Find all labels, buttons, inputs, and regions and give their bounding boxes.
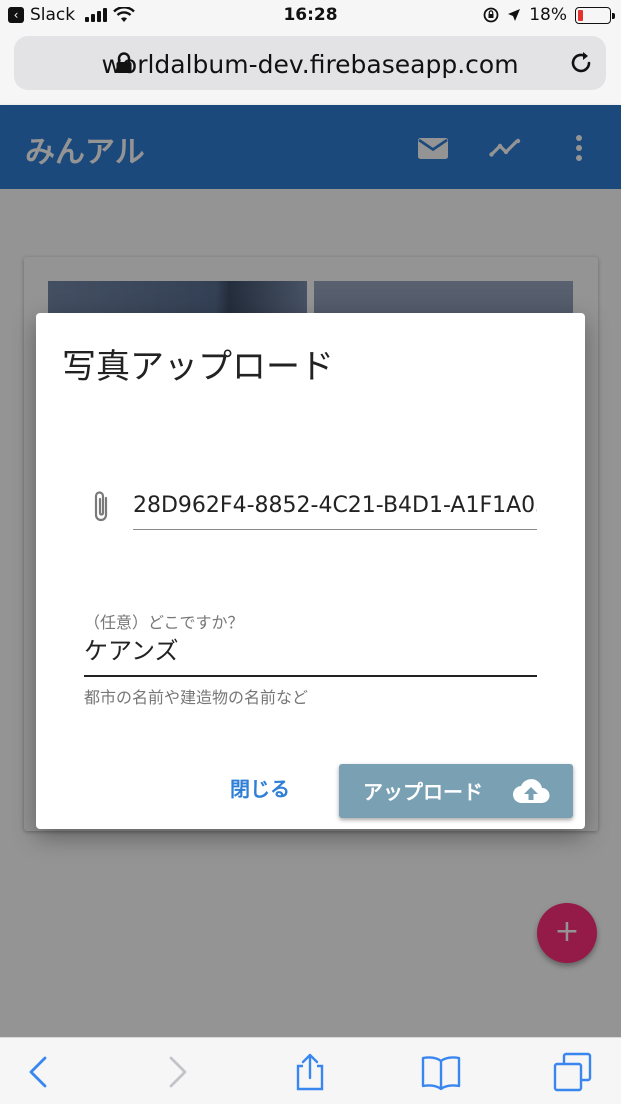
- place-input-value: ケアンズ: [84, 637, 179, 665]
- battery-fill: [578, 9, 584, 21]
- attachment-icon[interactable]: [90, 489, 114, 525]
- address-bar[interactable]: worldalbum-dev.firebaseapp.com: [14, 36, 606, 90]
- file-name-field[interactable]: 28D962F4-8852-4C21-B4D1-A1F1A03: [133, 488, 537, 530]
- dialog-title: 写真アップロード: [62, 347, 334, 387]
- close-button[interactable]: 閉じる: [212, 773, 308, 821]
- browser-toolbar: [0, 1037, 621, 1104]
- browser-top-bar: worldalbum-dev.firebaseapp.com: [0, 32, 621, 105]
- reload-icon[interactable]: [568, 50, 594, 76]
- place-input[interactable]: ケアンズ: [84, 631, 537, 677]
- share-icon[interactable]: [290, 1052, 330, 1092]
- battery-icon: [575, 6, 615, 24]
- upload-button[interactable]: アップロード: [339, 764, 573, 818]
- upload-button-label: アップロード: [363, 780, 483, 804]
- status-bar: ‹ Slack 16:28 18%: [0, 0, 621, 32]
- url-text[interactable]: worldalbum-dev.firebaseapp.com: [14, 50, 606, 79]
- tabs-icon[interactable]: [553, 1052, 593, 1092]
- battery-percent: 18%: [529, 5, 567, 25]
- forward-icon: [169, 1056, 187, 1088]
- upload-dialog: 写真アップロード 28D962F4-8852-4C21-B4D1-A1F1A03…: [36, 313, 585, 829]
- bookmarks-icon[interactable]: [421, 1052, 461, 1092]
- location-icon: [508, 9, 521, 21]
- cloud-upload-icon: [512, 779, 550, 804]
- file-name-value: 28D962F4-8852-4C21-B4D1-A1F1A03: [133, 493, 537, 518]
- rotation-lock-icon: [483, 7, 499, 23]
- back-icon[interactable]: [20, 1052, 60, 1092]
- place-hint: 都市の名前や建造物の名前など: [84, 688, 309, 707]
- place-label: （任意）どこですか？: [84, 613, 244, 632]
